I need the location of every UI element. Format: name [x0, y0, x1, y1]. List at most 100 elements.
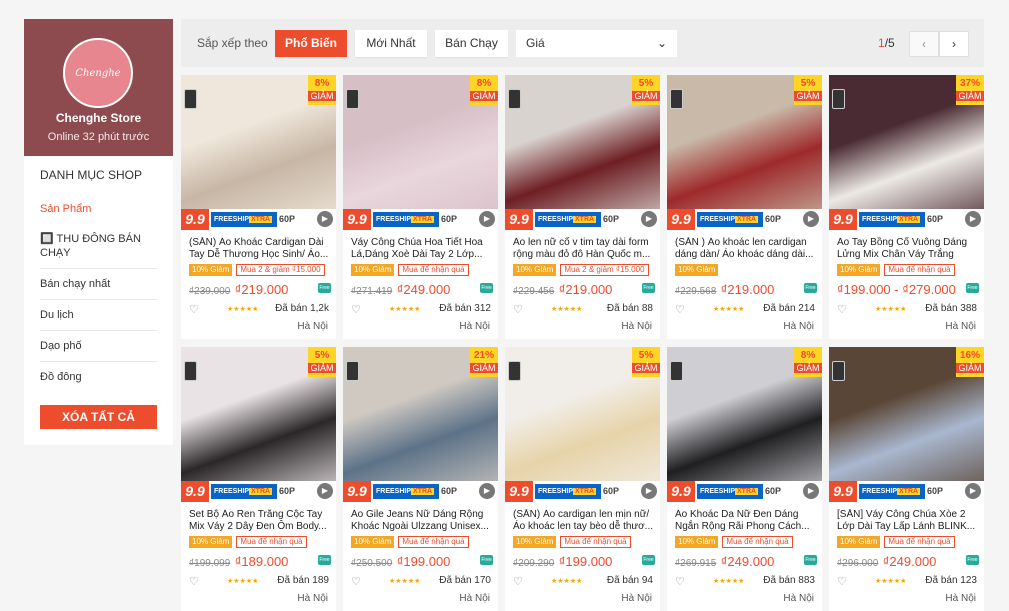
star-rating-icon: ★★★★★	[551, 306, 583, 313]
product-image[interactable]: 16% GIẢM 9.9 FREESHIP XTRA 60P ▶	[829, 347, 984, 502]
play-icon[interactable]: ▶	[317, 211, 333, 227]
clear-all-button[interactable]: XÓA TẤT CẢ	[40, 405, 157, 429]
product-image[interactable]: 5% GIẢM 9.9 FREESHIP XTRA 60P ▶	[181, 347, 336, 502]
shop-name[interactable]: Chenghe Store	[24, 111, 173, 125]
heart-icon[interactable]: ♡	[837, 303, 847, 316]
product-image[interactable]: 21% GIẢM 9.9 FREESHIP XTRA 60P ▶	[343, 347, 498, 502]
product-card[interactable]: 16% GIẢM 9.9 FREESHIP XTRA 60P ▶ [SẴN] Vá…	[829, 347, 984, 611]
product-name[interactable]: Váy Công Chúa Hoa Tiết Hoa Lá,Dáng Xoè D…	[351, 237, 491, 261]
free-shipping-icon: Free	[480, 555, 493, 565]
play-icon[interactable]: ▶	[803, 211, 819, 227]
prev-page-button[interactable]: ‹	[909, 31, 939, 57]
heart-icon[interactable]: ♡	[351, 575, 361, 588]
banner-99-label: 9.9	[181, 481, 209, 502]
play-icon[interactable]: ▶	[317, 483, 333, 499]
product-card[interactable]: 5% GIẢM 9.9 FREESHIP XTRA 60P ▶ Set Bộ Áo…	[181, 347, 336, 611]
product-name[interactable]: (SẴN) Áo Khoác Cardigan Dài Tay Dễ Thươn…	[189, 237, 329, 261]
sold-count: Đã bán 1,2k	[275, 303, 329, 314]
banner-60p-label: 60P	[927, 486, 944, 496]
product-card[interactable]: 8% GIẢM 9.9 FREESHIP XTRA 60P ▶ (SẴN) Áo …	[181, 75, 336, 339]
discount-word: GIẢM	[308, 91, 336, 101]
heart-icon[interactable]: ♡	[675, 303, 685, 316]
product-card[interactable]: 21% GIẢM 9.9 FREESHIP XTRA 60P ▶ Áo Gile …	[343, 347, 498, 611]
play-icon[interactable]: ▶	[803, 483, 819, 499]
sort-newest-button[interactable]: Mới Nhất	[355, 30, 427, 57]
heart-icon[interactable]: ♡	[675, 575, 685, 588]
shop-avatar[interactable]: Chenghe	[63, 38, 133, 108]
banner-99-label: 9.9	[505, 481, 533, 502]
heart-icon[interactable]: ♡	[189, 575, 199, 588]
product-location: Hà Nội	[459, 593, 490, 604]
star-rating-icon: ★★★★★	[227, 578, 259, 585]
current-price: ₫199.000 - ₫279.000	[837, 282, 956, 297]
category-item-du-lich[interactable]: Du lịch	[40, 300, 157, 331]
heart-icon[interactable]: ♡	[351, 303, 361, 316]
category-item-ban-chay-nhat[interactable]: Bán chạy nhất	[40, 269, 157, 300]
rating-row: ♡ ★★★★★ Đã bán 88	[513, 303, 653, 317]
product-name[interactable]: Áo Tay Bồng Cổ Vuông Dáng Lửng Mix Chân …	[837, 237, 977, 261]
product-location: Hà Nội	[621, 593, 652, 604]
heart-icon[interactable]: ♡	[837, 575, 847, 588]
product-name[interactable]: Set Bộ Áo Ren Trắng Cộc Tay Mix Váy 2 Dâ…	[189, 509, 329, 533]
discount-percent: 16%	[959, 350, 980, 361]
product-image[interactable]: 8% GIẢM 9.9 FREESHIP XTRA 60P ▶	[343, 75, 498, 230]
play-icon[interactable]: ▶	[479, 211, 495, 227]
product-name[interactable]: (SẴN ) Áo khoác len cardigan dáng dàn/ Á…	[675, 237, 815, 261]
banner-99-label: 9.9	[181, 209, 209, 230]
campaign-banner: 9.9 FREESHIP XTRA 60P ▶	[667, 481, 822, 502]
product-card[interactable]: 37% GIẢM 9.9 FREESHIP XTRA 60P ▶ Áo Tay B…	[829, 75, 984, 339]
product-tags: 10% Giảm Mua để nhận quà	[675, 536, 793, 548]
heart-icon[interactable]: ♡	[513, 303, 523, 316]
product-card[interactable]: 5% GIẢM 9.9 FREESHIP XTRA 60P ▶ (SẴN ) Áo…	[667, 75, 822, 339]
play-icon[interactable]: ▶	[965, 211, 981, 227]
product-image[interactable]: 5% GIẢM 9.9 FREESHIP XTRA 60P ▶	[667, 75, 822, 230]
category-item-dao-pho[interactable]: Dạo phố	[40, 331, 157, 362]
free-shipping-icon: Free	[804, 283, 817, 293]
discount-word: GIẢM	[956, 91, 984, 101]
category-item-do-dong[interactable]: Đồ đông	[40, 362, 157, 392]
promo-tag: Mua để nhận quà	[398, 264, 469, 276]
price-row: ₫229.568 ₫219.000 Free	[675, 281, 817, 297]
category-item-san-pham[interactable]: Sản Phẩm	[40, 194, 157, 224]
free-shipping-icon: Free	[642, 555, 655, 565]
product-image[interactable]: 8% GIẢM 9.9 FREESHIP XTRA 60P ▶	[667, 347, 822, 502]
promo-tag: Mua để nhận quà	[560, 536, 631, 548]
product-card[interactable]: 8% GIẢM 9.9 FREESHIP XTRA 60P ▶ Áo Khoác …	[667, 347, 822, 611]
product-name[interactable]: [SẴN] Váy Công Chúa Xòe 2 Lớp Dài Tay Lấ…	[837, 509, 977, 533]
product-card[interactable]: 5% GIẢM 9.9 FREESHIP XTRA 60P ▶ Áo len nữ…	[505, 75, 660, 339]
star-rating-icon: ★★★★★	[227, 306, 259, 313]
play-icon[interactable]: ▶	[965, 483, 981, 499]
rating-row: ♡ ★★★★★ Đã bán 1,2k	[189, 303, 329, 317]
old-price: ₫250.500	[351, 558, 393, 569]
product-name[interactable]: Áo len nữ cổ v tim tay dài form rộng màu…	[513, 237, 653, 261]
product-name[interactable]: Áo Khoác Da Nữ Đen Dáng Ngắn Rộng Rãi Ph…	[675, 509, 815, 533]
product-image[interactable]: 8% GIẢM 9.9 FREESHIP XTRA 60P ▶	[181, 75, 336, 230]
banner-60p-label: 60P	[441, 214, 458, 224]
next-page-button[interactable]: ›	[939, 31, 969, 57]
play-icon[interactable]: ▶	[479, 483, 495, 499]
play-icon[interactable]: ▶	[641, 211, 657, 227]
category-item-thu-dong[interactable]: 🔲 THU ĐÔNG BÁN CHẠY	[40, 224, 157, 269]
product-image[interactable]: 5% GIẢM 9.9 FREESHIP XTRA 60P ▶	[505, 347, 660, 502]
heart-icon[interactable]: ♡	[513, 575, 523, 588]
campaign-banner: 9.9 FREESHIP XTRA 60P ▶	[343, 481, 498, 502]
shop-sidebar: Chenghe Chenghe Store Online 32 phút trư…	[24, 19, 173, 445]
sort-popular-button[interactable]: Phổ Biến	[275, 30, 347, 57]
product-card[interactable]: 8% GIẢM 9.9 FREESHIP XTRA 60P ▶ Váy Công …	[343, 75, 498, 339]
heart-icon[interactable]: ♡	[189, 303, 199, 316]
xtra-text: XTRA	[897, 216, 921, 223]
rating-row: ♡ ★★★★★ Đã bán 214	[675, 303, 815, 317]
product-image[interactable]: 5% GIẢM 9.9 FREESHIP XTRA 60P ▶	[505, 75, 660, 230]
discount-percent: 8%	[476, 78, 492, 89]
product-name[interactable]: (SẴN) Áo cardigan len mịn nữ/ Áo khoác l…	[513, 509, 653, 533]
product-card[interactable]: 5% GIẢM 9.9 FREESHIP XTRA 60P ▶ (SẴN) Áo …	[505, 347, 660, 611]
discount-percent: 5%	[638, 78, 654, 89]
price-sort-select[interactable]: Giá ⌄	[516, 30, 677, 57]
current-price: ₫219.000	[720, 282, 775, 297]
sort-bestselling-button[interactable]: Bán Chạy	[435, 30, 508, 57]
product-name[interactable]: Áo Gile Jeans Nữ Dáng Rộng Khoác Ngoài U…	[351, 509, 491, 533]
product-tags: 10% Giảm Mua để nhận quà	[351, 264, 469, 276]
freeship-text: FREESHIP	[538, 216, 574, 223]
play-icon[interactable]: ▶	[641, 483, 657, 499]
product-image[interactable]: 37% GIẢM 9.9 FREESHIP XTRA 60P ▶	[829, 75, 984, 230]
